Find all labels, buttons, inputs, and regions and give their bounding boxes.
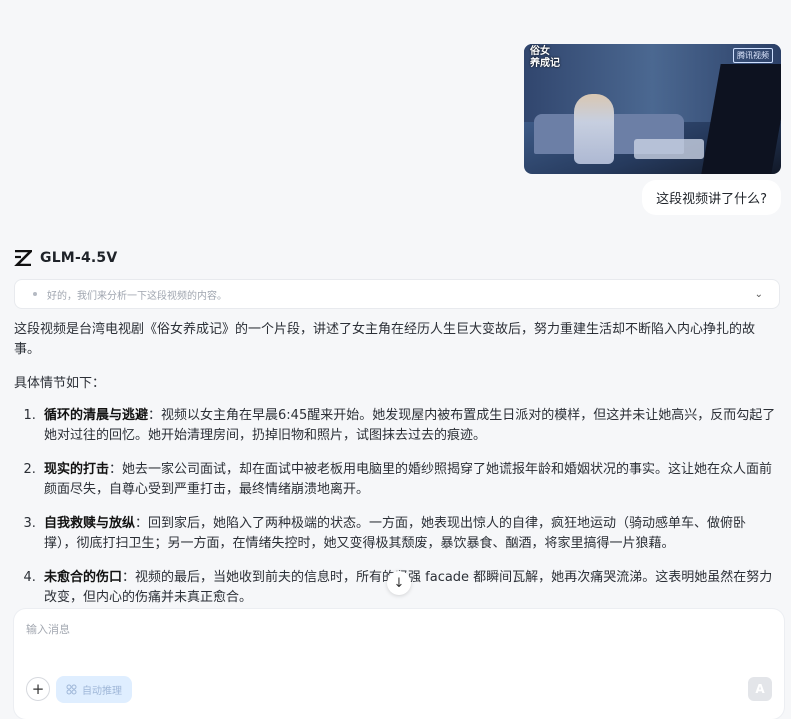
auto-reasoning-label: 自动推理	[82, 686, 122, 697]
video-overlay-title: 俗女 养成记	[530, 46, 560, 69]
video-scene-person	[574, 94, 614, 164]
arrow-down-icon: ↓	[393, 575, 405, 591]
answer-intro: 这段视频是台湾电视剧《俗女养成记》的一个片段，讲述了女主角在经历人生巨大变故后，…	[14, 322, 756, 357]
answer-point: 循环的清晨与逃避：视频以女主角在早晨6:45醒来开始。她发现屋内被布置成生日派对…	[40, 406, 776, 446]
point-text: ：她去一家公司面试，却在面试中被老板用电脑里的婚纱照揭穿了她谎报年龄和婚姻状况的…	[44, 462, 773, 497]
answer-point: 自我救赎与放纵：回到家后，她陷入了两种极端的状态。一方面，她表现出惊人的自律，疯…	[40, 514, 776, 554]
zhipu-logo-icon	[14, 250, 32, 266]
answer-subheading: 具体情节如下：	[14, 376, 106, 391]
send-icon: A	[755, 682, 765, 696]
bullet-dot-icon	[33, 292, 37, 296]
video-overlay-logo: 腾讯视频	[733, 48, 773, 63]
thinking-panel[interactable]: 好的，我们来分析一下这段视频的内容。 ⌄	[14, 279, 780, 309]
reasoning-icon	[66, 684, 77, 695]
point-title: 未愈合的伤口	[44, 570, 123, 585]
message-composer[interactable]: 输入消息 + 自动推理 A	[14, 609, 784, 719]
video-scene-table	[634, 139, 704, 159]
point-title: 循环的清晨与逃避	[44, 408, 149, 423]
point-text: ：回到家后，她陷入了两种极端的状态。一方面，她表现出惊人的自律，疯狂地运动（骑动…	[44, 516, 747, 551]
answer-point: 现实的打击：她去一家公司面试，却在面试中被老板用电脑里的婚纱照揭穿了她谎报年龄和…	[40, 460, 776, 500]
user-message-bubble: 这段视频讲了什么?	[642, 180, 781, 215]
auto-reasoning-button[interactable]: 自动推理	[56, 676, 132, 703]
point-text: ：视频以女主角在早晨6:45醒来开始。她发现屋内被布置成生日派对的模样，但这并未…	[44, 408, 776, 443]
send-button[interactable]: A	[748, 677, 772, 701]
point-title: 现实的打击	[44, 462, 110, 477]
point-title: 自我救赎与放纵	[44, 516, 136, 531]
model-name: GLM-4.5V	[40, 250, 118, 266]
assistant-header: GLM-4.5V	[14, 250, 117, 266]
thinking-summary: 好的，我们来分析一下这段视频的内容。	[47, 290, 227, 302]
plus-icon: +	[31, 680, 45, 698]
video-thumbnail[interactable]: 俗女 养成记 腾讯视频	[524, 44, 781, 174]
message-input[interactable]: 输入消息	[26, 621, 70, 637]
add-attachment-button[interactable]: +	[26, 677, 50, 701]
scroll-down-button[interactable]: ↓	[387, 571, 411, 595]
chevron-down-icon[interactable]: ⌄	[755, 289, 763, 300]
